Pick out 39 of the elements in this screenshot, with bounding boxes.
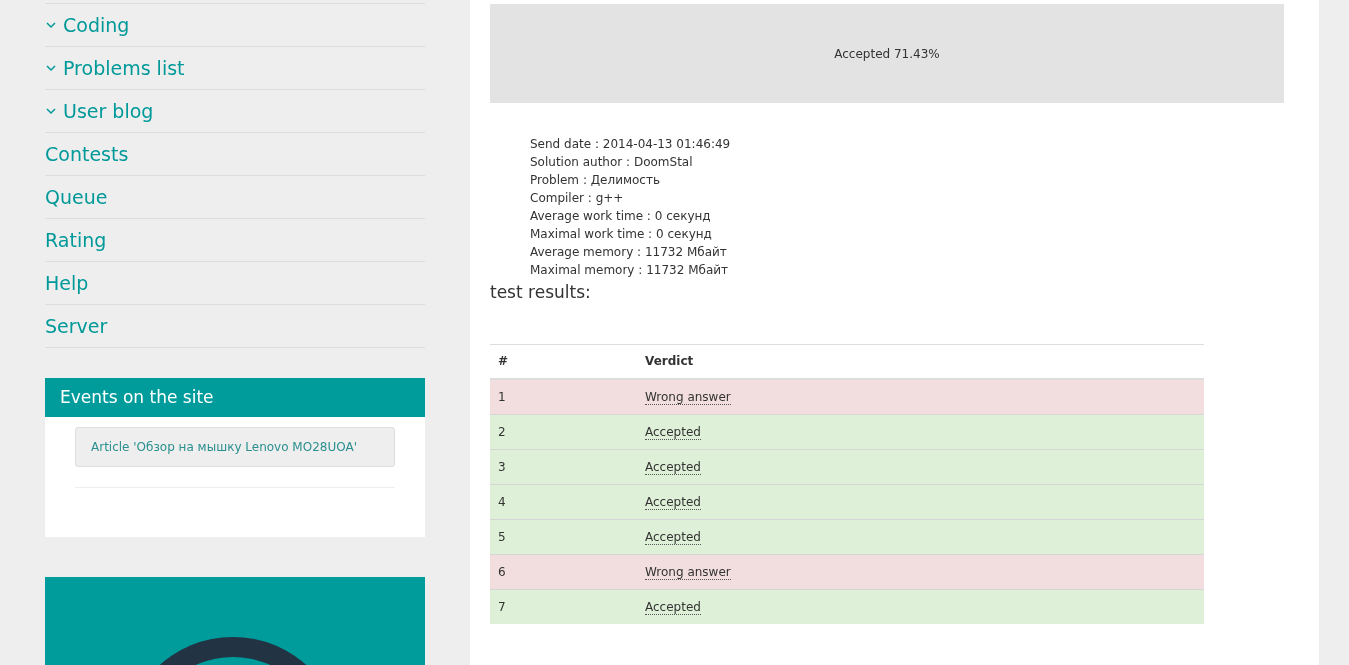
table-cell: 3 — [490, 449, 637, 484]
verdict-link[interactable]: Wrong answer — [645, 389, 731, 405]
verdict-link[interactable]: Accepted — [645, 494, 701, 510]
table-cell: 1 — [490, 379, 637, 414]
chevron-down-icon — [45, 64, 57, 72]
table-cell: 7 — [490, 589, 637, 624]
chevron-down-icon — [45, 107, 57, 115]
table-cell: 4 — [490, 484, 637, 519]
verdict-link[interactable]: Accepted — [645, 424, 701, 440]
sidebar-item[interactable]: Help — [45, 262, 425, 305]
sidebar-item[interactable]: Contests — [45, 133, 425, 176]
detail-line: Send date : 2014-04-13 01:46:49 — [530, 136, 732, 153]
verdict-link[interactable]: Accepted — [645, 599, 701, 615]
section-title: test results: — [490, 281, 592, 304]
table-cell: 5 — [490, 519, 637, 554]
column-header: # — [490, 344, 637, 379]
sidebar-item[interactable]: User blog — [45, 90, 425, 133]
event-link[interactable]: Article 'Обзор на мышку Lenovo MO28UOA' — [75, 427, 395, 467]
detail-line: Problem : Делимость — [530, 172, 661, 189]
detail-line: Solution author : DoomStal — [530, 154, 694, 171]
sidebar-item[interactable]: Rating — [45, 219, 425, 262]
detail-line: Maximal memory : 11732 Мбайт — [530, 262, 730, 279]
sidebar-item[interactable]: Coding — [45, 4, 425, 47]
result-summary: Accepted 71.43% — [490, 4, 1284, 103]
detail-line: Compiler : g++ — [530, 190, 625, 207]
detail-line: Average memory : 11732 Мбайт — [530, 244, 728, 261]
column-header: Verdict — [637, 344, 1204, 379]
verdict-link[interactable]: Accepted — [645, 529, 701, 545]
table-cell: 2 — [490, 414, 637, 449]
detail-line: Average work time : 0 секунд — [530, 208, 712, 225]
detail-line: Maximal work time : 0 секунд — [530, 226, 713, 243]
sidebar-item[interactable]: Queue — [45, 176, 425, 219]
table-cell: 6 — [490, 554, 637, 589]
verdict-link[interactable]: Wrong answer — [645, 564, 731, 580]
verdict-link[interactable]: Accepted — [645, 459, 701, 475]
sidebar-item[interactable]: Problems list — [45, 47, 425, 90]
chevron-down-icon — [45, 21, 57, 29]
panel-header: Events on the site — [45, 378, 425, 417]
sidebar-item[interactable]: Server — [45, 305, 425, 348]
